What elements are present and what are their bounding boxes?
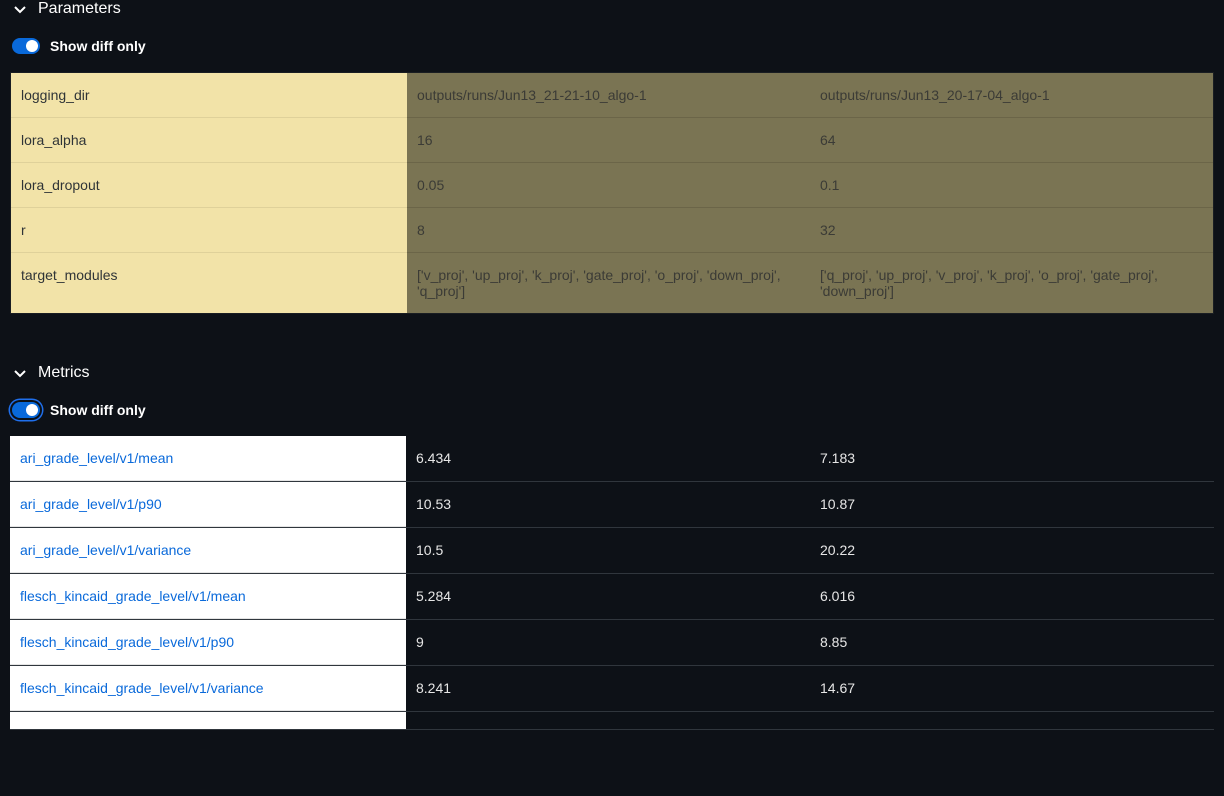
table-row: target_modules ['v_proj', 'up_proj', 'k_… <box>11 253 1213 313</box>
metrics-section-header: Metrics <box>0 364 1224 392</box>
table-row: flesch_kincaid_grade_level/v1/variance 8… <box>10 666 1214 712</box>
metrics-toggle-row: Show diff only <box>0 392 1224 436</box>
metric-value-2: 20.22 <box>810 528 1214 573</box>
metric-value-2: 6.016 <box>810 574 1214 619</box>
param-value-1: outputs/runs/Jun13_21-21-10_algo-1 <box>407 73 810 118</box>
metric-value-1: 9 <box>406 620 810 665</box>
metric-value-1: 10.53 <box>406 482 810 527</box>
table-row: lora_dropout 0.05 0.1 <box>11 163 1213 208</box>
metric-name <box>10 712 406 730</box>
param-value-2: 64 <box>810 118 1213 163</box>
metric-name: ari_grade_level/v1/mean <box>10 436 406 481</box>
param-value-1: ['v_proj', 'up_proj', 'k_proj', 'gate_pr… <box>407 253 810 313</box>
parameters-diff-toggle[interactable] <box>12 38 40 54</box>
metric-name: ari_grade_level/v1/variance <box>10 528 406 573</box>
metric-value-1: 5.284 <box>406 574 810 619</box>
metric-link[interactable]: ari_grade_level/v1/mean <box>20 450 173 466</box>
table-row: flesch_kincaid_grade_level/v1/mean 5.284… <box>10 574 1214 620</box>
metric-name: flesch_kincaid_grade_level/v1/variance <box>10 666 406 711</box>
metric-link[interactable]: flesch_kincaid_grade_level/v1/variance <box>20 680 264 696</box>
table-row <box>10 712 1214 730</box>
metric-value-2: 8.85 <box>810 620 1214 665</box>
metric-value-2 <box>810 712 1214 730</box>
metrics-toggle-label: Show diff only <box>50 402 146 418</box>
param-name: r <box>11 208 407 253</box>
parameters-toggle-row: Show diff only <box>0 28 1224 72</box>
metric-value-1 <box>406 712 810 730</box>
param-name: lora_alpha <box>11 118 407 163</box>
table-row: logging_dir outputs/runs/Jun13_21-21-10_… <box>11 73 1213 118</box>
metric-value-2: 10.87 <box>810 482 1214 527</box>
metric-value-2: 7.183 <box>810 436 1214 481</box>
param-value-1: 16 <box>407 118 810 163</box>
table-row: ari_grade_level/v1/mean 6.434 7.183 <box>10 436 1214 482</box>
parameters-table: logging_dir outputs/runs/Jun13_21-21-10_… <box>10 72 1214 314</box>
param-value-2: 32 <box>810 208 1213 253</box>
metric-value-1: 8.241 <box>406 666 810 711</box>
metric-value-1: 10.5 <box>406 528 810 573</box>
param-name: logging_dir <box>11 73 407 118</box>
parameters-toggle-label: Show diff only <box>50 38 146 54</box>
table-row: ari_grade_level/v1/variance 10.5 20.22 <box>10 528 1214 574</box>
chevron-down-icon[interactable] <box>12 365 28 381</box>
metric-value-2: 14.67 <box>810 666 1214 711</box>
param-value-2: outputs/runs/Jun13_20-17-04_algo-1 <box>810 73 1213 118</box>
metric-link[interactable]: flesch_kincaid_grade_level/v1/p90 <box>20 634 234 650</box>
metric-name: flesch_kincaid_grade_level/v1/mean <box>10 574 406 619</box>
table-row: r 8 32 <box>11 208 1213 253</box>
parameters-title: Parameters <box>38 0 121 18</box>
param-value-1: 0.05 <box>407 163 810 208</box>
param-value-1: 8 <box>407 208 810 253</box>
table-row: flesch_kincaid_grade_level/v1/p90 9 8.85 <box>10 620 1214 666</box>
metric-link[interactable]: flesch_kincaid_grade_level/v1/mean <box>20 588 246 604</box>
metrics-title: Metrics <box>38 364 90 382</box>
metrics-diff-toggle[interactable] <box>12 402 40 418</box>
param-name: target_modules <box>11 253 407 313</box>
param-value-2: ['q_proj', 'up_proj', 'v_proj', 'k_proj'… <box>810 253 1213 313</box>
metric-name: ari_grade_level/v1/p90 <box>10 482 406 527</box>
metric-link[interactable]: ari_grade_level/v1/p90 <box>20 496 162 512</box>
param-value-2: 0.1 <box>810 163 1213 208</box>
metric-value-1: 6.434 <box>406 436 810 481</box>
table-row: lora_alpha 16 64 <box>11 118 1213 163</box>
chevron-down-icon[interactable] <box>12 1 28 17</box>
metric-name: flesch_kincaid_grade_level/v1/p90 <box>10 620 406 665</box>
metric-link[interactable]: ari_grade_level/v1/variance <box>20 542 191 558</box>
param-name: lora_dropout <box>11 163 407 208</box>
metrics-table: ari_grade_level/v1/mean 6.434 7.183 ari_… <box>10 436 1214 730</box>
parameters-section-header: Parameters <box>0 0 1224 28</box>
table-row: ari_grade_level/v1/p90 10.53 10.87 <box>10 482 1214 528</box>
